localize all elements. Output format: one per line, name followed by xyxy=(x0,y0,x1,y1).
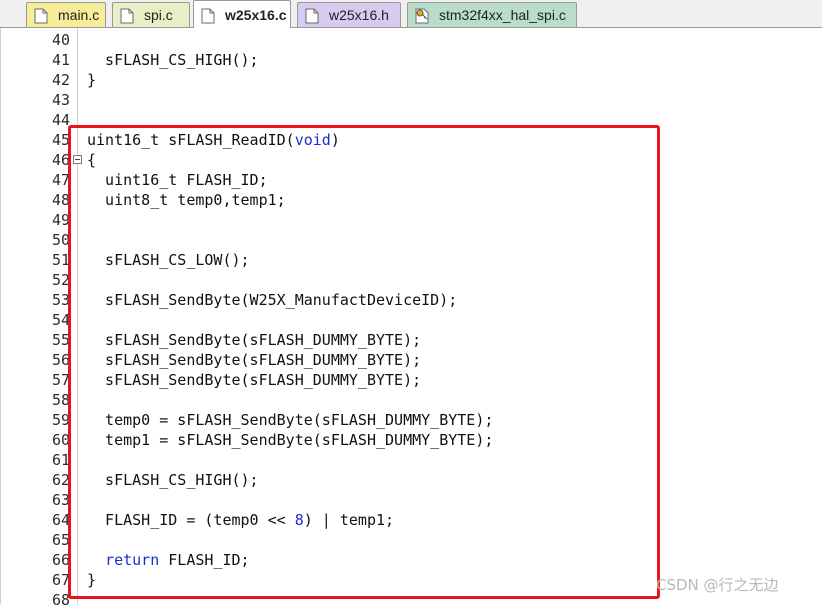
code-line[interactable]: sFLASH_CS_HIGH(); xyxy=(87,50,259,70)
tab-stm32f4xx-hal-spi-c[interactable]: stm32f4xx_hal_spi.c xyxy=(407,2,577,27)
watermark: CSDN @行之无边 xyxy=(656,576,779,594)
line-number: 41 xyxy=(51,51,70,69)
h-file-icon xyxy=(305,7,319,24)
tab-label: stm32f4xx_hal_spi.c xyxy=(439,7,566,23)
tab-main-c[interactable]: main.c xyxy=(26,2,106,27)
line-number: 43 xyxy=(51,91,70,109)
line-number: 63 xyxy=(51,491,70,509)
line-number: 44 xyxy=(51,111,70,129)
line-number: 49 xyxy=(51,211,70,229)
line-number: 66 xyxy=(51,551,70,569)
key-file-icon xyxy=(415,7,429,24)
line-number: 46 xyxy=(51,151,70,169)
line-number: 59 xyxy=(51,411,70,429)
line-number: 55 xyxy=(51,331,70,349)
tab-w25x16-h[interactable]: w25x16.h xyxy=(297,2,401,27)
line-number: 47 xyxy=(51,171,70,189)
highlight-annotation xyxy=(68,125,660,599)
line-number: 45 xyxy=(51,131,70,149)
tab-label: w25x16.h xyxy=(329,7,389,23)
tab-label: spi.c xyxy=(144,7,173,23)
editor-tab-bar: main.c spi.c w25x16.c w25x16.h stm32f4xx… xyxy=(0,0,822,28)
line-number: 52 xyxy=(51,271,70,289)
line-number: 64 xyxy=(51,511,70,529)
line-number: 60 xyxy=(51,431,70,449)
c-file-icon xyxy=(120,7,134,24)
line-number: 40 xyxy=(51,31,70,49)
c-file-icon xyxy=(34,7,48,24)
line-number: 42 xyxy=(51,71,70,89)
line-number: 57 xyxy=(51,371,70,389)
line-number: 58 xyxy=(51,391,70,409)
line-number: 65 xyxy=(51,531,70,549)
line-number: 51 xyxy=(51,251,70,269)
line-number: 67 xyxy=(51,571,70,589)
tab-w25x16-c[interactable]: w25x16.c xyxy=(193,0,291,28)
line-number: 68 xyxy=(51,591,70,609)
tab-spi-c[interactable]: spi.c xyxy=(112,2,190,27)
line-number: 50 xyxy=(51,231,70,249)
line-number: 53 xyxy=(51,291,70,309)
tab-label: w25x16.c xyxy=(225,7,287,23)
line-number: 62 xyxy=(51,471,70,489)
code-line[interactable]: } xyxy=(87,70,96,90)
line-number: 56 xyxy=(51,351,70,369)
line-number: 54 xyxy=(51,311,70,329)
line-number: 48 xyxy=(51,191,70,209)
c-file-icon xyxy=(201,7,215,24)
line-number: 61 xyxy=(51,451,70,469)
tab-label: main.c xyxy=(58,7,100,23)
